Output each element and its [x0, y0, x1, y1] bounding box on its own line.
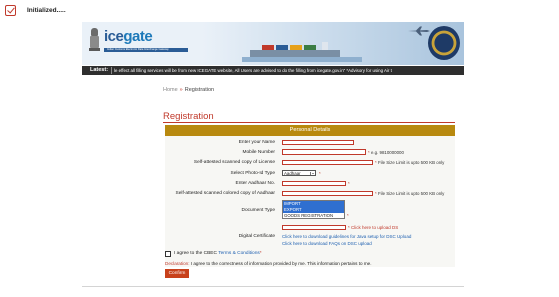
airplane-icon — [408, 26, 430, 36]
photo-id-selected: Aadhaar — [284, 171, 301, 176]
ticker-text: le effect all filling services will be f… — [114, 67, 392, 73]
section-header-personal-details: Personal Details — [165, 125, 455, 136]
confirm-button[interactable]: Confirm — [165, 269, 189, 278]
breadcrumb-home[interactable]: Home — [163, 87, 178, 93]
doc-type-option-goods-registration[interactable]: GOODS REGISTRATION — [283, 213, 344, 219]
license-label: Self-attested scanned copy of License — [193, 160, 275, 165]
photo-id-required: * — [319, 171, 321, 176]
aadhaar-input[interactable] — [282, 181, 346, 186]
document-type-label: Document Type — [241, 208, 275, 213]
mobile-label: Mobile Number — [242, 150, 275, 155]
photo-id-label: Select Photo-Id Type — [230, 171, 275, 176]
aadhaar-copy-file-input[interactable] — [282, 191, 373, 196]
terms-checkbox[interactable] — [165, 251, 171, 257]
breadcrumb: Home» Registration — [163, 87, 214, 93]
name-input[interactable] — [282, 140, 354, 145]
breadcrumb-current: Registration — [184, 87, 215, 93]
document-type-listbox[interactable]: IMPORT EXPORT GOODS REGISTRATION — [282, 200, 345, 219]
dsc-faq-link[interactable]: Click here to download FAQs on DSC uploa… — [282, 241, 372, 246]
breadcrumb-separator: » — [179, 87, 183, 93]
license-hint: * File Size Limit is upto 500 KB only — [375, 160, 445, 165]
terms-link[interactable]: Terms & Conditions — [218, 251, 260, 256]
site-header: icegate Indian Customs Electronic Data I… — [82, 22, 464, 65]
upload-ds-link[interactable]: * Click here to upload DS — [348, 225, 398, 230]
status-text: Initialized..... — [27, 7, 66, 14]
document-type-required: * — [347, 213, 349, 218]
name-label: Enter your Name — [238, 140, 275, 145]
title-divider — [163, 122, 455, 123]
cbec-seal-icon — [428, 26, 460, 60]
mobile-hint: * e.g. 9810000000 — [368, 150, 404, 155]
logo-wordmark: icegate — [104, 28, 153, 45]
ticker-label: Latest: — [90, 67, 109, 74]
aadhaar-copy-label: Self-attested scanned colored copy of Aa… — [175, 191, 275, 196]
terms-agreement: I agree to the CBEC Terms & Conditions* — [174, 251, 262, 256]
icegate-logo[interactable]: icegate Indian Customs Electronic Data I… — [104, 26, 188, 58]
ticker-divider — [111, 67, 112, 74]
aadhaar-required: * — [348, 181, 350, 186]
aadhaar-copy-hint: * File Size Limit is upto 500 KB only — [375, 191, 445, 196]
java-setup-guidelines-link[interactable]: Click here to download guidelines for Ja… — [282, 234, 411, 239]
digital-certificate-input[interactable] — [282, 225, 346, 230]
check-icon — [5, 5, 16, 16]
page-title: Registration — [163, 111, 214, 122]
status-bar: Initialized..... — [0, 0, 559, 22]
logo-tagline-bar: Indian Customs Electronic Data Interchan… — [104, 48, 188, 52]
declaration: Declaration: I agree to the correctness … — [165, 261, 372, 266]
mobile-input[interactable] — [282, 149, 366, 155]
cargo-ship-icon — [242, 42, 362, 62]
footer-divider — [82, 286, 464, 287]
photo-id-select[interactable]: Aadhaar — [282, 170, 316, 176]
license-file-input[interactable] — [282, 160, 373, 165]
digital-certificate-label: Digital Certificate — [238, 234, 275, 239]
national-emblem-icon — [89, 28, 100, 55]
chevron-down-icon — [310, 172, 314, 175]
news-ticker: Latest: le effect all filling services w… — [82, 66, 464, 75]
aadhaar-label: Enter Aadhaar No. — [235, 181, 275, 186]
